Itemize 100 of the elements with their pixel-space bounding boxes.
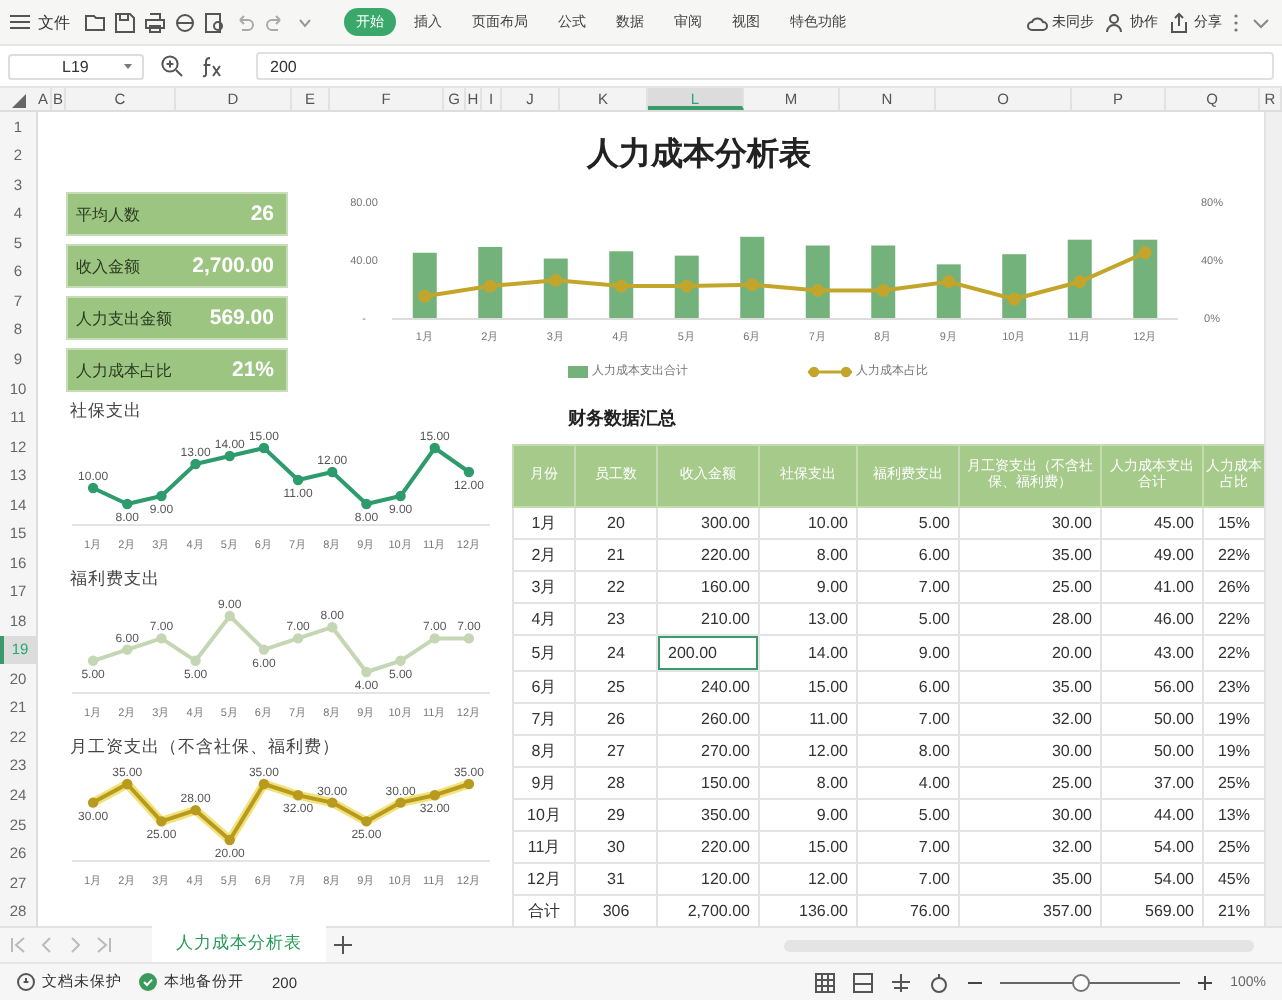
table-cell[interactable]: 5.00 (857, 507, 959, 539)
slider-thumb[interactable] (1072, 973, 1091, 991)
table-cell[interactable]: 8.00 (759, 539, 857, 571)
table-cell[interactable]: 20.00 (959, 635, 1101, 671)
document-search-icon[interactable] (204, 11, 226, 33)
table-cell[interactable]: 220.00 (657, 539, 759, 571)
table-cell[interactable]: 7月 (513, 703, 575, 735)
table-cell[interactable]: 9.00 (857, 635, 959, 671)
table-cell[interactable]: 15.00 (759, 831, 857, 863)
table-cell[interactable]: 29 (575, 799, 657, 831)
table-cell[interactable]: 200.00 (658, 636, 758, 670)
table-cell[interactable]: 5月 (513, 635, 575, 671)
normal-view-icon[interactable] (814, 971, 837, 993)
table-cell[interactable]: 43.00 (1101, 635, 1203, 671)
table-cell[interactable]: 8月 (513, 735, 575, 767)
sheet-tab[interactable]: 人力成本分析表 (152, 925, 326, 965)
table-cell[interactable]: 7.00 (857, 703, 959, 735)
table-cell[interactable]: 50.00 (1101, 703, 1203, 735)
zoom-icon[interactable] (160, 54, 184, 78)
table-cell[interactable]: 7.00 (857, 863, 959, 895)
folder-icon[interactable] (84, 11, 106, 33)
table-cell[interactable]: 350.00 (657, 799, 759, 831)
table-cell[interactable]: 14.00 (759, 635, 857, 671)
name-box[interactable]: L19 (8, 53, 144, 79)
table-cell[interactable]: 21 (575, 539, 657, 571)
table-cell[interactable]: 30.00 (959, 507, 1101, 539)
table-cell[interactable]: 30 (575, 831, 657, 863)
zoom-slider[interactable] (1000, 973, 1181, 991)
table-cell[interactable]: 8.00 (759, 767, 857, 799)
table-cell[interactable]: 35.00 (959, 539, 1101, 571)
table-cell[interactable]: 31 (575, 863, 657, 895)
table-cell[interactable]: 5.00 (857, 603, 959, 635)
table-cell[interactable]: 44.00 (1101, 799, 1203, 831)
table-cell[interactable]: 3月 (513, 571, 575, 603)
table-cell[interactable]: 45.00 (1101, 507, 1203, 539)
table-cell[interactable]: 25.00 (959, 571, 1101, 603)
table-cell[interactable]: 7.00 (857, 571, 959, 603)
table-cell[interactable]: 300.00 (657, 507, 759, 539)
table-cell[interactable]: 12.00 (759, 863, 857, 895)
table-cell[interactable]: 9.00 (759, 799, 857, 831)
table-cell[interactable]: 7.00 (857, 831, 959, 863)
table-cell[interactable]: 25.00 (959, 767, 1101, 799)
table-cell[interactable]: 32.00 (959, 831, 1101, 863)
table-cell[interactable]: 220.00 (657, 831, 759, 863)
table-cell[interactable]: 54.00 (1101, 831, 1203, 863)
table-cell[interactable]: 27 (575, 735, 657, 767)
table-cell[interactable]: 4月 (513, 603, 575, 635)
table-cell[interactable]: 50.00 (1101, 735, 1203, 767)
table-cell[interactable]: 28.00 (959, 603, 1101, 635)
table-cell[interactable]: 11.00 (759, 703, 857, 735)
table-cell[interactable]: 37.00 (1101, 767, 1203, 799)
table-cell[interactable]: 8.00 (857, 735, 959, 767)
table-cell[interactable]: 30.00 (959, 799, 1101, 831)
table-cell[interactable]: 9.00 (759, 571, 857, 603)
table-cell[interactable]: 13.00 (759, 603, 857, 635)
zoom-in-icon[interactable] (1196, 973, 1215, 991)
table-cell[interactable]: 1月 (513, 507, 575, 539)
page-view-icon[interactable] (852, 971, 875, 993)
table-cell[interactable]: 12.00 (759, 735, 857, 767)
table-cell[interactable]: 6.00 (857, 539, 959, 571)
table-cell[interactable]: 32.00 (959, 703, 1101, 735)
table-cell[interactable]: 9月 (513, 767, 575, 799)
table-cell[interactable]: 240.00 (657, 671, 759, 703)
save-icon[interactable] (114, 11, 136, 33)
table-cell[interactable]: 6月 (513, 671, 575, 703)
print-icon[interactable] (144, 11, 166, 33)
table-cell[interactable]: 20 (575, 507, 657, 539)
table-cell[interactable]: 5.00 (857, 799, 959, 831)
table-cell[interactable]: 12月 (513, 863, 575, 895)
table-cell[interactable]: 150.00 (657, 767, 759, 799)
table-cell[interactable]: 11月 (513, 831, 575, 863)
select-all-icon[interactable] (11, 94, 25, 108)
table-cell[interactable]: 26 (575, 703, 657, 735)
table-cell[interactable]: 10.00 (759, 507, 857, 539)
table-cell[interactable]: 270.00 (657, 735, 759, 767)
table-cell[interactable]: 210.00 (657, 603, 759, 635)
table-cell[interactable]: 10月 (513, 799, 575, 831)
table-cell[interactable]: 4.00 (857, 767, 959, 799)
table-cell[interactable]: 25 (575, 671, 657, 703)
vertical-scrollbar[interactable] (1264, 112, 1282, 926)
table-cell[interactable]: 2月 (513, 539, 575, 571)
table-cell[interactable]: 24 (575, 635, 657, 671)
formula-field[interactable]: 200 (256, 52, 1274, 80)
table-cell[interactable]: 260.00 (657, 703, 759, 735)
table-cell[interactable]: 49.00 (1101, 539, 1203, 571)
table-cell[interactable]: 56.00 (1101, 671, 1203, 703)
table-cell[interactable]: 6.00 (857, 671, 959, 703)
table-cell[interactable]: 23 (575, 603, 657, 635)
table-cell[interactable]: 160.00 (657, 571, 759, 603)
table-cell[interactable]: 22 (575, 571, 657, 603)
table-cell[interactable]: 35.00 (959, 671, 1101, 703)
more-icon[interactable] (1232, 11, 1240, 33)
table-cell[interactable]: 41.00 (1101, 571, 1203, 603)
table-cell[interactable]: 46.00 (1101, 603, 1203, 635)
file-menu[interactable]: 文件 (10, 11, 70, 33)
table-cell[interactable]: 54.00 (1101, 863, 1203, 895)
plus-icon[interactable] (332, 934, 354, 956)
table-cell[interactable]: 30.00 (959, 735, 1101, 767)
page-break-icon[interactable] (890, 971, 913, 993)
table-cell[interactable]: 120.00 (657, 863, 759, 895)
